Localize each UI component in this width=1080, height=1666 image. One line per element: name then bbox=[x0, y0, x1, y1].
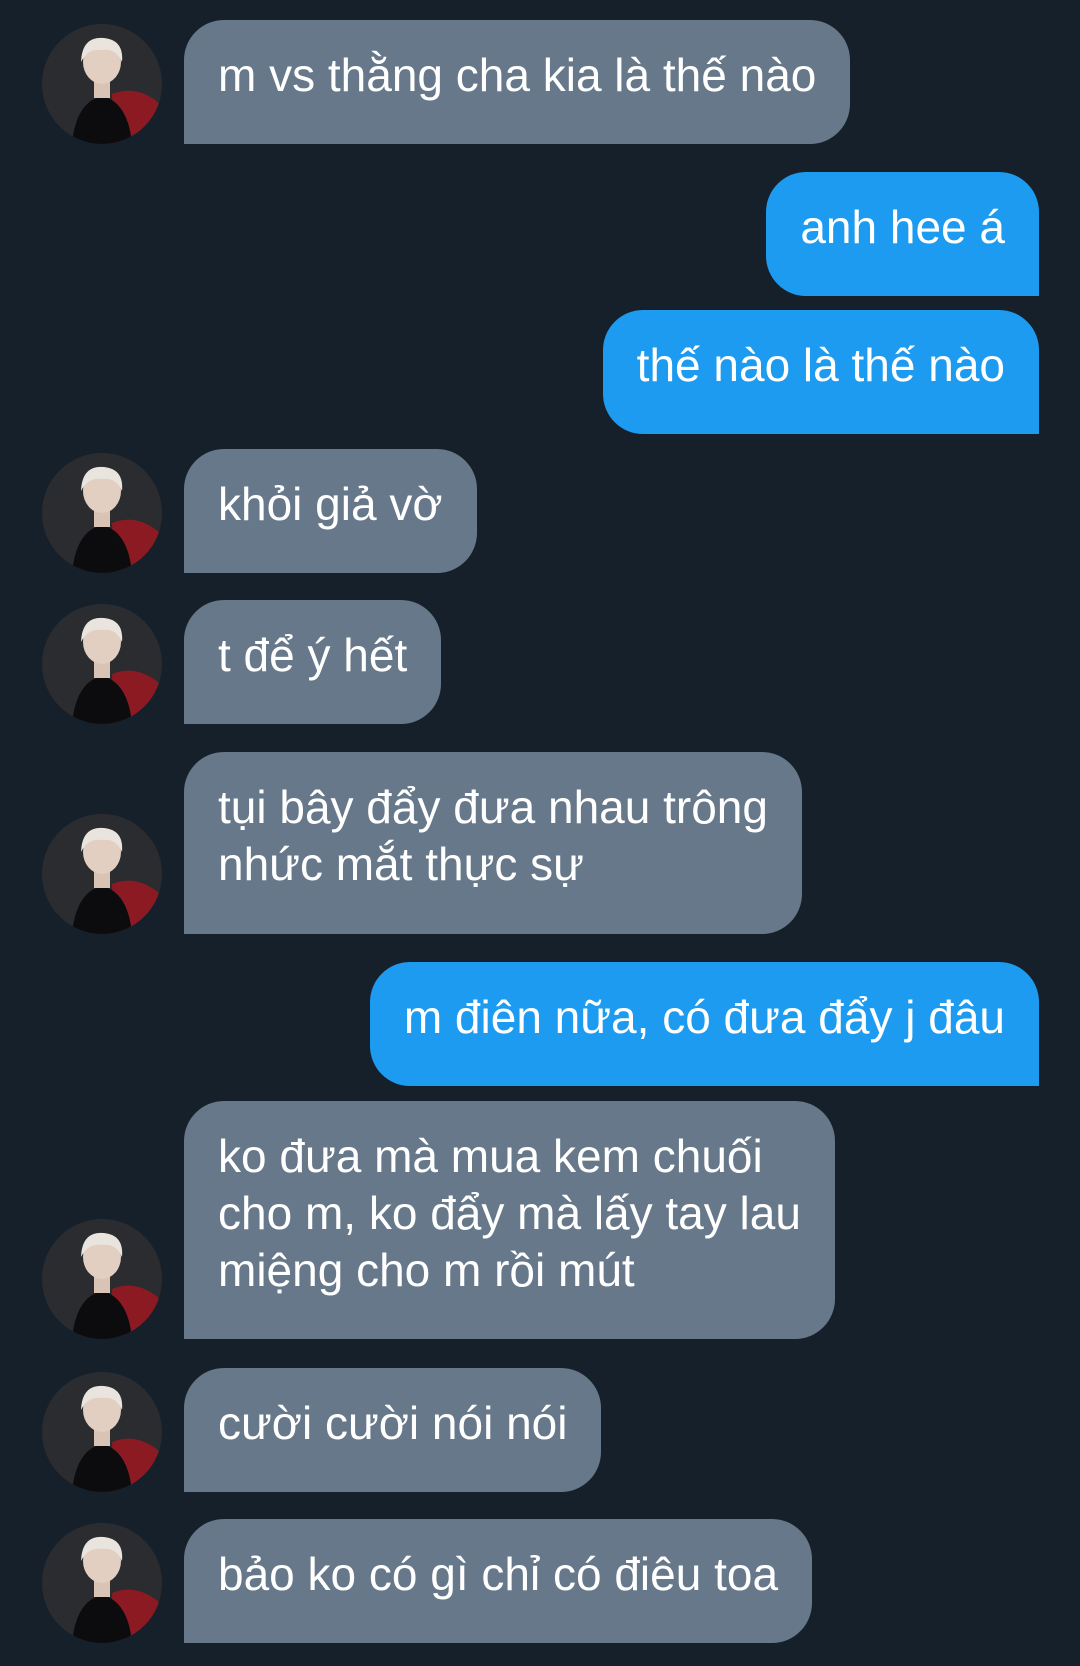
avatar-photo-icon bbox=[42, 604, 162, 724]
message-bubble-outgoing[interactable]: anh hee á bbox=[766, 172, 1039, 296]
message-bubble-incoming[interactable]: khỏi giả vờ bbox=[184, 449, 477, 573]
sender-avatar[interactable] bbox=[42, 814, 162, 934]
message-bubble-outgoing[interactable]: m điên nữa, có đưa đẩy j đâu bbox=[369, 962, 1039, 1086]
avatar-photo-icon bbox=[42, 1523, 162, 1643]
message-bubble-incoming[interactable]: m vs thằng cha kia là thế nào bbox=[184, 20, 851, 144]
chat-conversation: m vs thằng cha kia là thế nào anh hee á … bbox=[0, 0, 1080, 1666]
sender-avatar[interactable] bbox=[42, 453, 162, 573]
sender-avatar[interactable] bbox=[42, 1523, 162, 1643]
avatar-photo-icon bbox=[42, 1372, 162, 1492]
message-bubble-incoming[interactable]: t để ý hết bbox=[184, 600, 442, 724]
message-bubble-incoming[interactable]: bảo ko có gì chỉ có điêu toa bbox=[184, 1519, 813, 1643]
avatar-photo-icon bbox=[42, 453, 162, 573]
sender-avatar[interactable] bbox=[42, 1372, 162, 1492]
avatar-photo-icon bbox=[42, 24, 162, 144]
message-bubble-incoming[interactable]: ko đưa mà mua kem chuối cho m, ko đẩy mà… bbox=[184, 1101, 835, 1339]
avatar-photo-icon bbox=[42, 1219, 162, 1339]
avatar-photo-icon bbox=[42, 814, 162, 934]
message-bubble-incoming[interactable]: tụi bây đẩy đưa nhau trông nhức mắt thực… bbox=[184, 752, 802, 934]
sender-avatar[interactable] bbox=[42, 604, 162, 724]
message-bubble-incoming[interactable]: cười cười nói nói bbox=[184, 1368, 602, 1492]
sender-avatar[interactable] bbox=[42, 24, 162, 144]
sender-avatar[interactable] bbox=[42, 1219, 162, 1339]
message-bubble-outgoing[interactable]: thế nào là thế nào bbox=[602, 310, 1039, 434]
